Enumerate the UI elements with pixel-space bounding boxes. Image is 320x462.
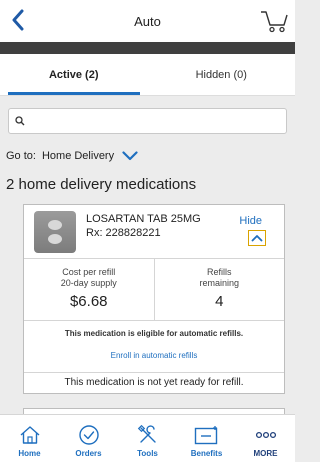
page-title: Auto xyxy=(134,13,161,29)
search-icon xyxy=(15,116,25,126)
auto-refill-section: This medication is eligible for automati… xyxy=(24,321,284,373)
medication-stats: Cost per refill 20-day supply $6.68 Refi… xyxy=(24,259,284,321)
nav-home[interactable]: Home xyxy=(0,415,59,462)
goto-row: Go to: Home Delivery xyxy=(0,134,295,162)
tools-icon xyxy=(137,424,156,443)
nav-tools[interactable]: Tools xyxy=(118,415,177,462)
nav-more[interactable]: MORE xyxy=(236,415,295,462)
tab-bar: Active (2) Hidden (0) xyxy=(0,54,295,96)
chevron-up-icon xyxy=(251,235,263,242)
refills-stat: Refills remaining 4 xyxy=(153,259,285,320)
section-title: 2 home delivery medications xyxy=(6,176,197,193)
refills-label: Refills xyxy=(206,267,232,277)
back-button[interactable] xyxy=(6,6,30,34)
nav-orders-label: Orders xyxy=(75,449,102,458)
search-input[interactable] xyxy=(29,115,286,127)
drug-name: LOSARTAN TAB 25MG xyxy=(86,213,201,225)
supply-label: 20-day supply xyxy=(60,278,117,288)
tab-active[interactable]: Active (2) xyxy=(0,54,148,95)
top-bar: Auto xyxy=(0,0,295,42)
cart-icon xyxy=(261,11,288,33)
enroll-auto-refill-link[interactable]: Enroll in automatic refills xyxy=(111,351,198,360)
hide-link[interactable]: Hide xyxy=(239,215,262,227)
remaining-label: remaining xyxy=(199,278,240,288)
refills-value: 4 xyxy=(215,293,224,310)
collapse-button[interactable] xyxy=(248,230,266,246)
chevron-down-icon xyxy=(122,151,138,161)
goto-value: Home Delivery xyxy=(41,150,115,162)
check-circle-icon xyxy=(78,425,99,445)
benefits-icon xyxy=(194,426,217,445)
cost-stat: Cost per refill 20-day supply $6.68 xyxy=(24,259,154,320)
cost-label: Cost per refill xyxy=(62,267,116,277)
cost-value: $6.68 xyxy=(69,293,108,310)
eligible-message: This medication is eligible for automati… xyxy=(64,329,244,338)
nav-tools-label: Tools xyxy=(137,449,158,458)
home-icon xyxy=(20,426,39,444)
pill-image xyxy=(34,211,76,253)
tab-hidden[interactable]: Hidden (0) xyxy=(148,54,296,95)
search-area xyxy=(0,96,295,134)
goto-label: Go to: xyxy=(6,150,36,162)
more-dots-icon xyxy=(255,431,276,439)
nav-benefits[interactable]: Benefits xyxy=(177,415,236,462)
nav-benefits-label: Benefits xyxy=(190,449,223,458)
nav-more-label: MORE xyxy=(253,449,278,458)
nav-home-label: Home xyxy=(18,449,41,458)
back-chevron-icon xyxy=(12,9,24,31)
goto-select[interactable]: Home Delivery xyxy=(42,150,138,162)
rx-number: Rx: 228828221 xyxy=(86,227,161,239)
search-box xyxy=(8,108,287,134)
header-divider-bar xyxy=(0,42,295,54)
medication-card: LOSARTAN TAB 25MG Rx: 228828221 Hide Cos… xyxy=(23,204,285,394)
medication-card-header: LOSARTAN TAB 25MG Rx: 228828221 Hide xyxy=(24,205,284,259)
nav-orders[interactable]: Orders xyxy=(59,415,118,462)
refill-status: This medication is not yet ready for ref… xyxy=(64,377,244,388)
cart-button[interactable] xyxy=(259,8,289,34)
bottom-nav: Home Orders Tools Benefits MORE xyxy=(0,414,295,462)
